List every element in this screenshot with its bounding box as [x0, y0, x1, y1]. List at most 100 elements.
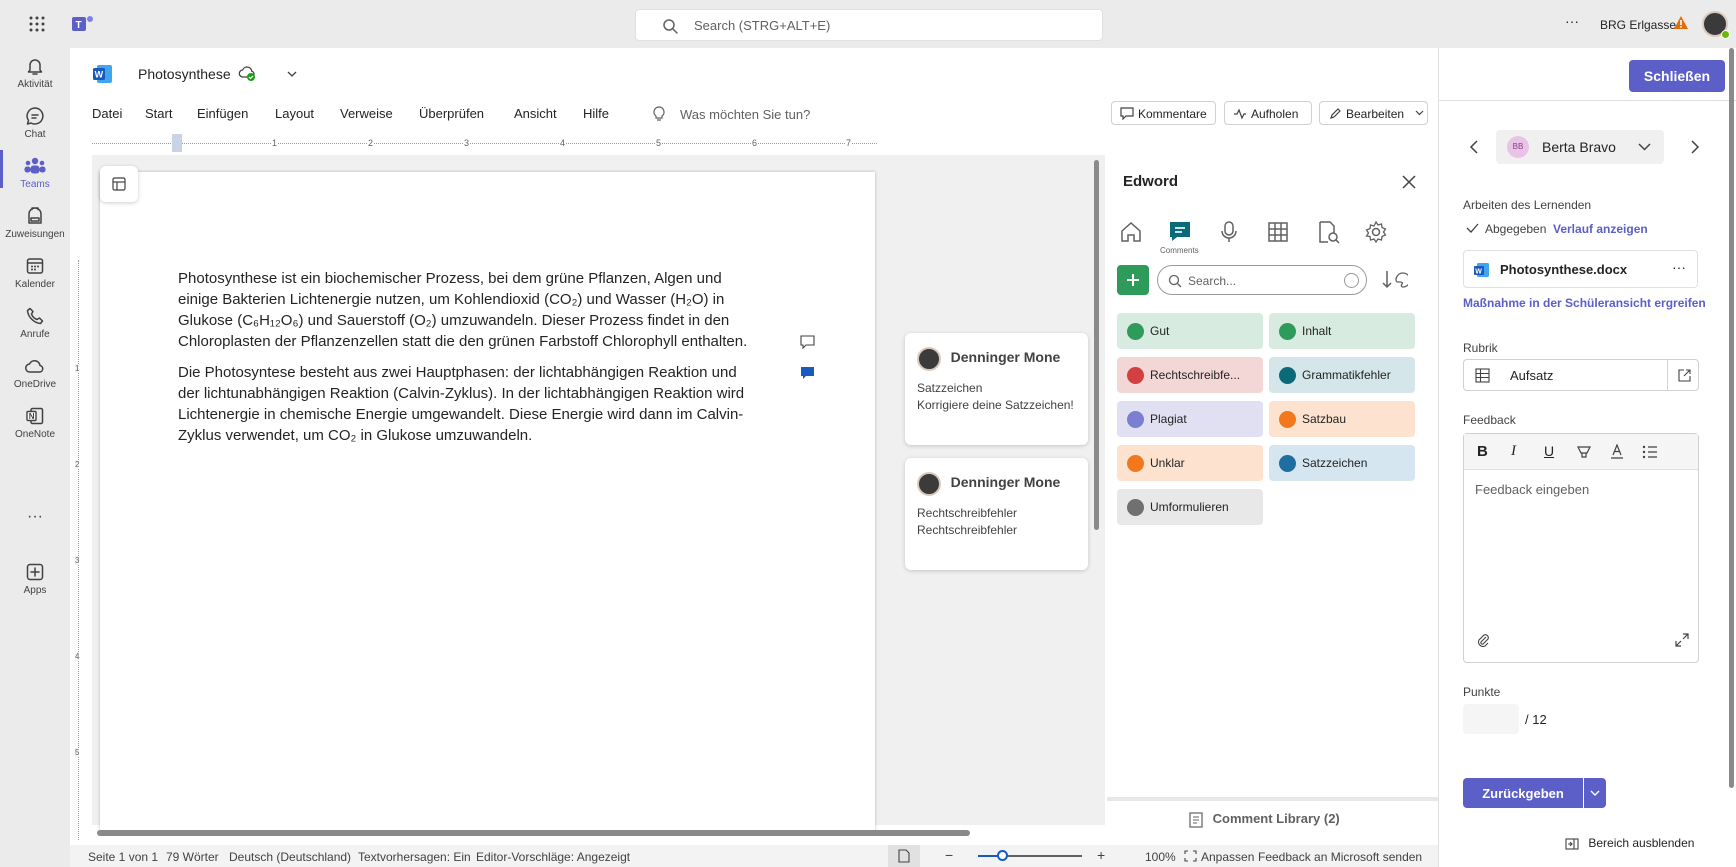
- text-predictions-status[interactable]: Textvorhersagen: Ein: [358, 850, 471, 864]
- pane-scrollbar[interactable]: [1729, 48, 1734, 788]
- tag-grammatikfehler[interactable]: Grammatikfehler: [1269, 357, 1415, 393]
- app-launcher-icon[interactable]: [28, 15, 46, 36]
- tag-satzbau[interactable]: Satzbau: [1269, 401, 1415, 437]
- zoom-out-button[interactable]: −: [945, 847, 953, 863]
- menu-ansicht[interactable]: Ansicht: [514, 106, 557, 121]
- tag-plagiat[interactable]: Plagiat: [1117, 401, 1263, 437]
- edit-mode-button[interactable]: Bearbeiten: [1319, 101, 1428, 125]
- toggle-circle[interactable]: [1344, 273, 1359, 288]
- close-icon[interactable]: [1402, 175, 1416, 189]
- bold-icon[interactable]: B: [1477, 443, 1488, 460]
- comment-card[interactable]: Denninger Mone Satzzeichen Korrigiere de…: [905, 333, 1088, 445]
- microphone-icon[interactable]: [1217, 220, 1241, 244]
- scrollbar-thumb[interactable]: [1094, 160, 1099, 530]
- tag-gut[interactable]: Gut: [1117, 313, 1263, 349]
- add-comment-button[interactable]: [1117, 265, 1149, 295]
- doc-title[interactable]: Photosynthese: [138, 66, 231, 82]
- page-view-button[interactable]: [888, 845, 920, 867]
- comments-button[interactable]: Kommentare: [1111, 101, 1216, 125]
- chevron-left-icon[interactable]: [1469, 140, 1479, 154]
- student-view-link[interactable]: Maßnahme in der Schüleransicht ergreifen: [1463, 296, 1706, 310]
- font-color-icon[interactable]: [1609, 444, 1625, 460]
- comment-search-input[interactable]: Search...: [1157, 265, 1367, 295]
- document-search-icon[interactable]: [1315, 220, 1341, 244]
- paragraph-1[interactable]: Photosynthese ist ein biochemischer Proz…: [178, 268, 778, 352]
- more-options-button[interactable]: ···: [1565, 13, 1579, 29]
- table-icon[interactable]: [1266, 220, 1290, 244]
- file-more-button[interactable]: ···: [1672, 259, 1686, 275]
- comments-tab-icon[interactable]: [1168, 220, 1192, 244]
- paragraph-2[interactable]: Die Photosyntese besteht aus zwei Hauptp…: [178, 362, 778, 446]
- language-status[interactable]: Deutsch (Deutschland): [229, 850, 351, 864]
- menu-start[interactable]: Start: [145, 106, 172, 121]
- underline-icon[interactable]: U: [1544, 443, 1554, 459]
- fit-button[interactable]: Anpassen: [1201, 850, 1254, 864]
- return-button[interactable]: Zurückgeben: [1463, 778, 1583, 808]
- tag-rechtschreibfehler[interactable]: Rechtschreibfe...: [1117, 357, 1263, 393]
- status-bar: Seite 1 von 1 79 Wörter Deutsch (Deutsch…: [70, 845, 1438, 867]
- hide-pane-button[interactable]: Bereich ausblenden: [1565, 836, 1694, 850]
- catchup-button[interactable]: Aufholen: [1224, 101, 1312, 125]
- rail-onenote[interactable]: N OneNote: [0, 406, 70, 458]
- rail-calls[interactable]: Anrufe: [0, 306, 70, 358]
- comment-card[interactable]: Denninger Mone Rechtschreibfehler Rechts…: [905, 458, 1088, 570]
- zoom-level[interactable]: 100%: [1145, 850, 1176, 864]
- menu-ueberpruefen[interactable]: Überprüfen: [419, 106, 484, 121]
- student-selector[interactable]: BB Berta Bravo: [1496, 130, 1664, 164]
- zoom-slider-track[interactable]: [1002, 855, 1082, 857]
- menu-verweise[interactable]: Verweise: [340, 106, 393, 121]
- file-card[interactable]: W Photosynthese.docx ···: [1463, 250, 1698, 288]
- editor-suggestions-status[interactable]: Editor-Vorschläge: Angezeigt: [476, 850, 630, 864]
- calendar-icon: [26, 258, 44, 274]
- pencil-icon: [1330, 108, 1341, 119]
- zoom-slider-thumb[interactable]: [997, 850, 1008, 861]
- expand-icon[interactable]: [1675, 633, 1689, 647]
- search-input[interactable]: Search (STRG+ALT+E): [635, 9, 1103, 41]
- chevron-down-icon[interactable]: [286, 67, 298, 82]
- settings-gear-icon[interactable]: [1364, 220, 1388, 244]
- return-dropdown-button[interactable]: [1584, 778, 1606, 808]
- home-icon[interactable]: [1119, 220, 1143, 244]
- horizontal-scrollbar[interactable]: [97, 830, 970, 836]
- rail-activity[interactable]: Aktivität: [0, 56, 70, 108]
- points-input[interactable]: [1463, 704, 1519, 734]
- comment-marker-active-icon[interactable]: [800, 366, 815, 383]
- tag-satzzeichen[interactable]: Satzzeichen: [1269, 445, 1415, 481]
- comment-library-button[interactable]: Comment Library (2): [1189, 811, 1340, 828]
- tag-umformulieren[interactable]: Umformulieren: [1117, 489, 1263, 525]
- history-link[interactable]: Verlauf anzeigen: [1553, 222, 1648, 236]
- rail-chat[interactable]: Chat: [0, 106, 70, 158]
- word-count[interactable]: 79 Wörter: [166, 850, 219, 864]
- chevron-right-icon[interactable]: [1690, 140, 1700, 154]
- close-button[interactable]: Schließen: [1629, 60, 1725, 92]
- menu-einfuegen[interactable]: Einfügen: [197, 106, 248, 121]
- rail-apps[interactable]: Apps: [0, 562, 70, 614]
- tag-dot: [1279, 455, 1296, 472]
- rubric-field[interactable]: Aufsatz: [1463, 359, 1699, 391]
- tag-unklar[interactable]: Unklar: [1117, 445, 1263, 481]
- rail-assignments[interactable]: Zuweisungen: [0, 206, 70, 258]
- menu-layout[interactable]: Layout: [275, 106, 314, 121]
- menu-hilfe[interactable]: Hilfe: [583, 106, 609, 121]
- navigation-pane-button[interactable]: [100, 166, 138, 202]
- org-name[interactable]: BRG Erlgasse: [1600, 18, 1676, 32]
- tag-inhalt[interactable]: Inhalt: [1269, 313, 1415, 349]
- feedback-editor[interactable]: B I U Feedback eingeben: [1463, 433, 1699, 663]
- attach-icon[interactable]: [1476, 633, 1490, 647]
- open-external-icon[interactable]: [1678, 369, 1691, 382]
- tag-dot: [1127, 367, 1144, 384]
- bullet-list-icon[interactable]: [1642, 444, 1658, 460]
- sort-palette-icon[interactable]: [1382, 269, 1408, 291]
- rail-onedrive[interactable]: OneDrive: [0, 356, 70, 408]
- tell-me-input[interactable]: Was möchten Sie tun?: [680, 107, 810, 122]
- send-feedback-link[interactable]: Feedback an Microsoft senden: [1258, 850, 1422, 864]
- indent-marker[interactable]: [172, 134, 182, 152]
- rail-teams[interactable]: Teams: [0, 156, 70, 208]
- comment-marker-icon[interactable]: [800, 335, 815, 352]
- rail-calendar[interactable]: Kalender: [0, 256, 70, 308]
- italic-icon[interactable]: I: [1511, 443, 1516, 460]
- menu-datei[interactable]: Datei: [92, 106, 122, 121]
- zoom-in-button[interactable]: +: [1097, 847, 1105, 863]
- highlighter-icon[interactable]: [1576, 444, 1592, 460]
- rail-more[interactable]: ···: [0, 508, 70, 560]
